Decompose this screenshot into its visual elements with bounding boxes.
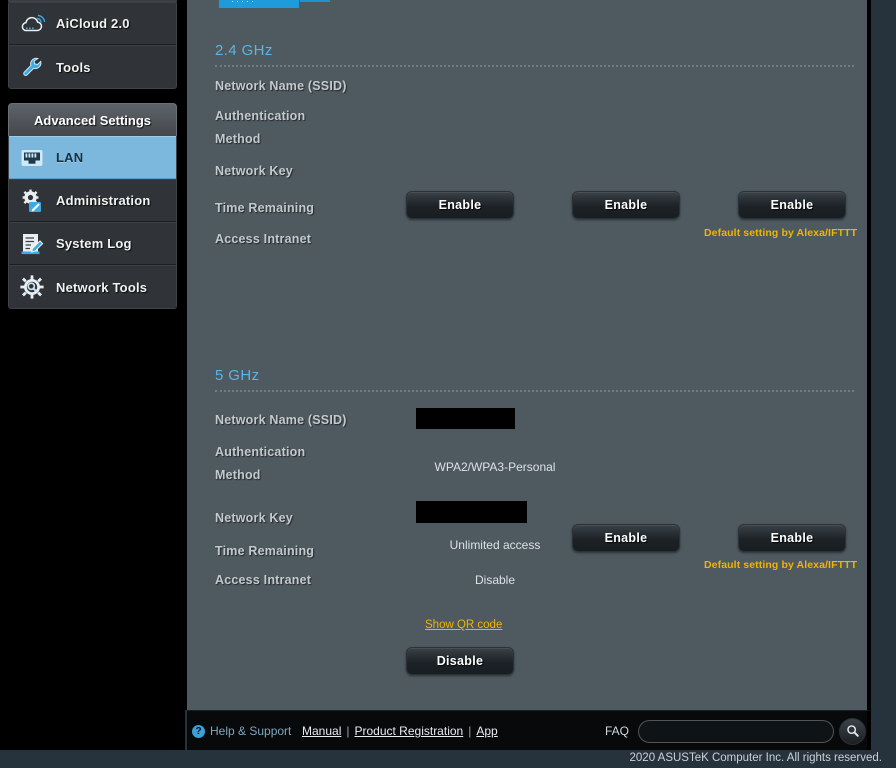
lan-port-icon [18, 144, 46, 172]
value-time-remaining: Unlimited access [449, 538, 541, 552]
label-auth-line1: Authentication [215, 445, 306, 459]
value-access-intranet: Disable [474, 573, 516, 587]
label-auth-line2: Method [215, 468, 261, 482]
sidebar-item-aicloud[interactable]: AiCloud 2.0 [9, 2, 176, 45]
label-time-remaining: Time Remaining [215, 544, 315, 558]
show-qr-code-link[interactable]: Show QR code [425, 619, 502, 631]
sidebar-item-label: Tools [56, 59, 91, 75]
network-key-value-redacted [416, 501, 527, 523]
label-ssid: Network Name (SSID) [215, 413, 347, 427]
question-mark-icon: ? [192, 724, 205, 738]
magnifier-icon[interactable] [839, 717, 867, 745]
alexa-ifttt-note-2g: Default setting by Alexa/IFTTT [704, 227, 858, 239]
footer: ? Help & Support Manual | Product Regist… [187, 710, 871, 750]
row-ssid-2g: Network Name (SSID) [215, 74, 855, 105]
sidebar: AiCloud 2.0 Tools Advanced Settings LAN … [0, 0, 185, 768]
enable-button-2g-1[interactable]: Enable [406, 191, 514, 219]
gear-pencil-icon [18, 187, 46, 215]
sidebar-item-label: Network Tools [56, 279, 148, 295]
faq-search-input[interactable] [638, 719, 835, 743]
sidebar-advanced-group: LAN Administration System Log Network To… [8, 136, 177, 309]
wrench-icon [18, 53, 46, 81]
faq-label: FAQ [605, 724, 630, 738]
manual-link[interactable]: Manual [302, 724, 341, 738]
label-access-intranet: Access Intranet [215, 573, 312, 587]
row-intranet-5g: Access Intranet Disable [215, 568, 855, 599]
footer-links: Manual | Product Registration | App [302, 711, 498, 751]
section-divider [215, 65, 854, 67]
tab-stub-dots: ····· [231, 0, 256, 6]
section-5g: 5 GHz Network Name (SSID) Authentication… [215, 367, 858, 675]
log-pencil-icon [18, 230, 46, 258]
label-auth-line1: Authentication [215, 109, 306, 123]
gear-magnifier-icon [18, 273, 46, 301]
label-access-intranet: Access Intranet [215, 232, 312, 246]
link-separator: | [346, 724, 350, 738]
label-network-key: Network Key [215, 164, 293, 178]
link-separator: | [468, 724, 472, 738]
sidebar-item-label: LAN [56, 150, 84, 165]
enable-button-5g-1[interactable]: Enable [572, 524, 680, 552]
faq-block: FAQ [605, 711, 867, 751]
label-ssid: Network Name (SSID) [215, 79, 347, 93]
enable-button-2g-2[interactable]: Enable [572, 191, 680, 219]
sidebar-item-network-tools[interactable]: Network Tools [9, 265, 176, 308]
label-time-remaining: Time Remaining [215, 201, 315, 215]
help-support-block[interactable]: ? Help & Support [192, 711, 291, 751]
cloud-icon [18, 10, 46, 38]
section-divider [215, 390, 854, 392]
sidebar-item-label: System Log [56, 236, 132, 251]
alexa-ifttt-note-5g: Default setting by Alexa/IFTTT [704, 559, 858, 571]
row-auth-5g: Authentication Method WPA2/WPA3-Personal [215, 441, 855, 495]
sidebar-group-title: Advanced Settings [8, 103, 177, 136]
copyright-text: 2020 ASUSTeK Computer Inc. All rights re… [629, 752, 882, 764]
tab-stub-secondary[interactable] [300, 0, 330, 2]
enable-button-5g-2[interactable]: Enable [738, 524, 846, 552]
section-title: 2.4 GHz [215, 42, 273, 59]
help-support-label: Help & Support [210, 724, 292, 738]
router-admin-page: AiCloud 2.0 Tools Advanced Settings LAN … [0, 0, 896, 768]
label-auth-method: Authentication Method [215, 105, 390, 151]
sidebar-item-label: Administration [56, 193, 151, 208]
row-key-2g: Network Key [215, 159, 855, 190]
app-link[interactable]: App [476, 724, 497, 738]
enable-button-2g-3[interactable]: Enable [738, 191, 846, 219]
row-auth-2g: Authentication Method [215, 105, 855, 159]
ssid-value-redacted [416, 408, 515, 429]
row-ssid-5g: Network Name (SSID) [215, 399, 855, 441]
content-panel: ····· 2.4 GHz Network Name (SSID) Authen… [185, 0, 871, 710]
value-auth: WPA2/WPA3-Personal [434, 460, 556, 474]
sidebar-item-label: AiCloud 2.0 [56, 16, 130, 31]
section-title: 5 GHz [215, 367, 260, 384]
sidebar-item-tools[interactable]: Tools [9, 45, 176, 88]
sidebar-item-lan[interactable]: LAN [9, 136, 176, 179]
section-2g: 2.4 GHz Network Name (SSID) Authenticati… [215, 42, 858, 258]
sidebar-item-system-log[interactable]: System Log [9, 222, 176, 265]
label-auth-method: Authentication Method [215, 441, 390, 487]
product-registration-link[interactable]: Product Registration [354, 724, 463, 738]
label-auth-line2: Method [215, 132, 261, 146]
sidebar-top-group: AiCloud 2.0 Tools [8, 1, 177, 89]
sidebar-item-administration[interactable]: Administration [9, 179, 176, 222]
disable-button-5g[interactable]: Disable [406, 647, 514, 675]
